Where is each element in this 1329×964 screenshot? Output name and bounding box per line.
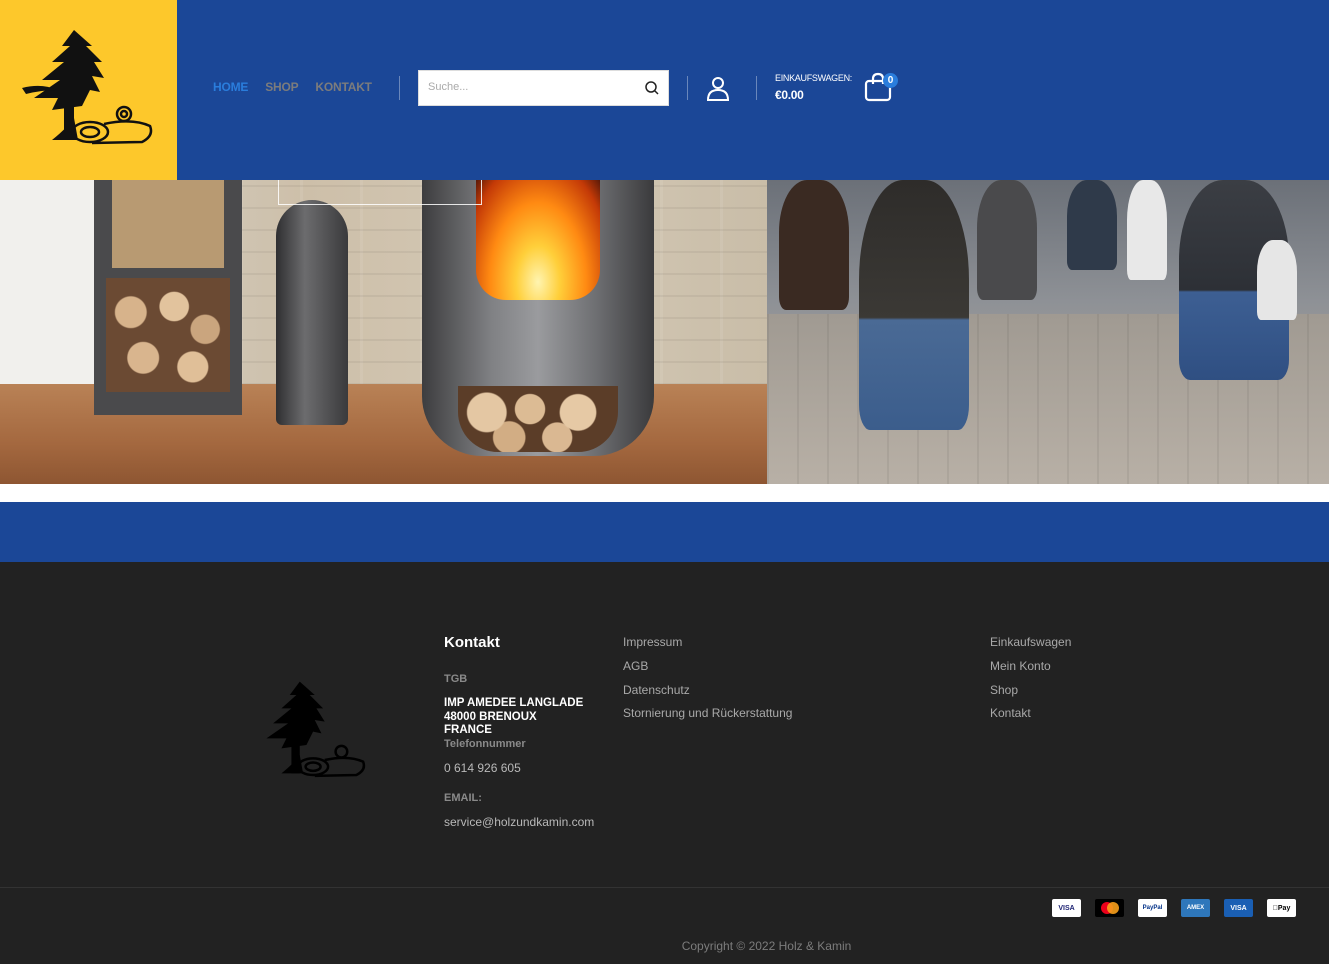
phone-number[interactable]: 0 614 926 605 [444, 761, 521, 775]
nav-kontakt[interactable]: KONTAKT [315, 80, 372, 94]
tree-logo-icon [266, 681, 366, 778]
blue-band [0, 502, 1329, 562]
fireplace-tools-image [276, 200, 348, 425]
apple-pay-icon: Pay [1267, 899, 1296, 917]
contact-title: Kontakt [444, 634, 500, 651]
header-divider [756, 76, 757, 100]
account-icon[interactable] [706, 76, 730, 107]
footer-link-shop[interactable]: Shop [990, 683, 1071, 699]
nav-home[interactable]: HOME [213, 80, 248, 94]
site-header: HOME SHOP KONTAKT EINKAUFSWAGEN: €0.00 0 [0, 0, 1329, 180]
cart-label: EINKAUFSWAGEN: [775, 73, 852, 83]
search-input[interactable] [428, 81, 638, 93]
wood-stove-image [422, 180, 654, 456]
cart-total[interactable]: €0.00 [775, 88, 804, 102]
shopper-image [977, 180, 1037, 300]
shopper-image [779, 180, 849, 310]
footer-link-impressum[interactable]: Impressum [623, 635, 792, 651]
footer-link-datenschutz[interactable]: Datenschutz [623, 683, 792, 699]
firewood-shelf-image [94, 180, 242, 415]
tree-logo-icon [22, 30, 153, 145]
header-divider [687, 76, 688, 100]
footer-link-mein-konto[interactable]: Mein Konto [990, 659, 1071, 675]
nav-divider [399, 76, 400, 100]
shopping-bag-image [1127, 180, 1167, 280]
shopper-image [1067, 180, 1117, 270]
cart-count-badge: 0 [883, 73, 898, 88]
payment-methods: VISA PayPal AMEX VISA Pay [1052, 899, 1296, 917]
phone-label: Telefonnummer [444, 738, 526, 750]
footer-link-kontakt[interactable]: Kontakt [990, 706, 1071, 722]
search-box [418, 70, 669, 106]
footer-divider [0, 887, 1329, 888]
visa-icon: VISA [1052, 899, 1081, 917]
address: IMP AMEDEE LANGLADE 48000 BRENOUX FRANCE [444, 697, 584, 736]
amex-icon: AMEX [1181, 899, 1210, 917]
site-logo[interactable] [0, 0, 177, 180]
nav-shop[interactable]: SHOP [265, 80, 298, 94]
footer-link-einkaufswagen[interactable]: Einkaufswagen [990, 635, 1071, 651]
company-name: TGB [444, 673, 468, 685]
wall-image [0, 180, 95, 385]
shopper-image [859, 180, 969, 430]
email-label: EMAIL: [444, 792, 482, 804]
shopping-bag-image [1257, 240, 1297, 320]
site-footer: Kontakt TGB IMP AMEDEE LANGLADE 48000 BR… [0, 562, 1329, 964]
footer-legal-links: Impressum AGB Datenschutz Stornierung un… [623, 635, 792, 730]
footer-link-stornierung[interactable]: Stornierung und Rückerstattung [623, 706, 792, 722]
email-link[interactable]: service@holzundkamin.com [444, 815, 594, 829]
logs-image [458, 386, 618, 452]
fire-image [476, 180, 600, 300]
hero-banner-stove[interactable] [0, 180, 767, 484]
main-nav: HOME SHOP KONTAKT [213, 80, 389, 94]
hero-banner-shopping[interactable] [767, 180, 1329, 484]
discover-button[interactable]: JETZT ENTDECKEN → [278, 170, 482, 205]
mastercard-icon [1095, 899, 1124, 917]
footer-link-agb[interactable]: AGB [623, 659, 792, 675]
paypal-icon: PayPal [1138, 899, 1167, 917]
visa-electron-icon: VISA [1224, 899, 1253, 917]
search-icon[interactable] [644, 80, 660, 101]
copyright-text: Copyright © 2022 Holz & Kamin [681, 939, 852, 953]
footer-shop-links: Einkaufswagen Mein Konto Shop Kontakt [990, 635, 1071, 730]
